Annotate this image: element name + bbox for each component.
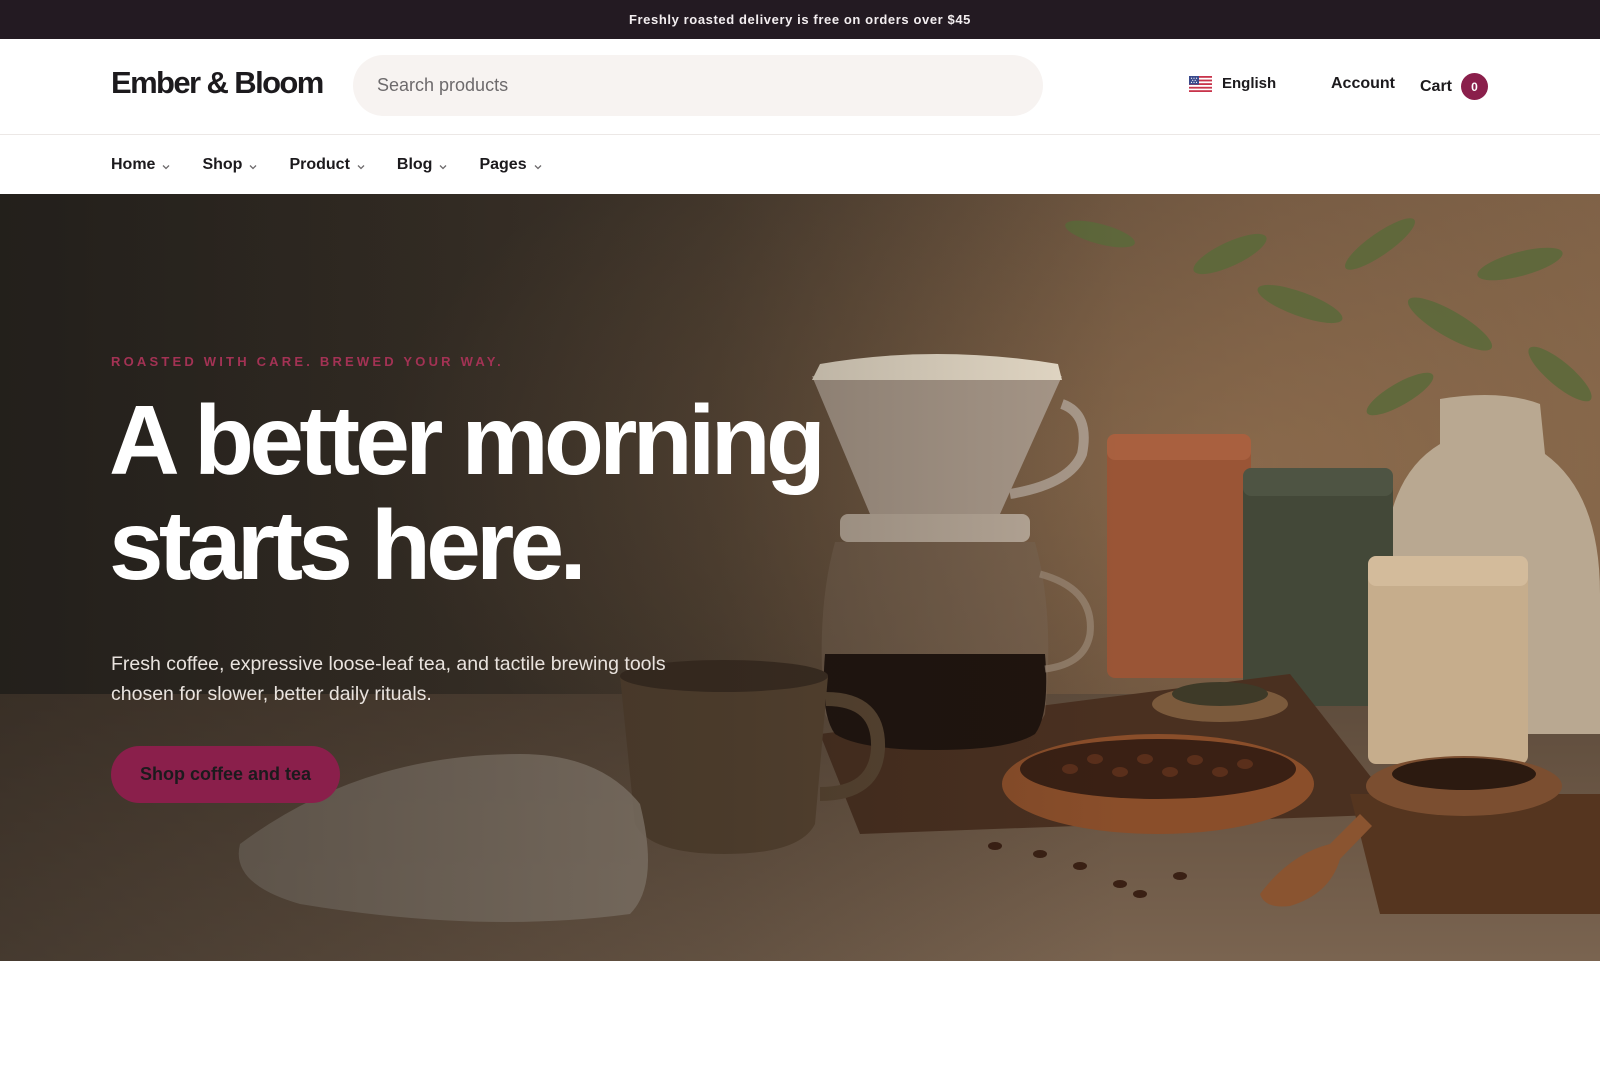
cart-label: Cart bbox=[1420, 77, 1453, 95]
account-link[interactable]: Account bbox=[1331, 75, 1395, 93]
announcement-text: Freshly roasted delivery is free on orde… bbox=[628, 12, 972, 27]
search-input[interactable] bbox=[353, 55, 1043, 116]
language-label: English bbox=[1222, 75, 1277, 92]
nav-item-blog[interactable]: Blog bbox=[397, 156, 448, 174]
language-selector[interactable]: English bbox=[1189, 75, 1276, 92]
chevron-down-icon bbox=[249, 164, 257, 169]
nav-item-label: Product bbox=[289, 155, 350, 173]
hero-headline-line-2: starts here. bbox=[109, 490, 587, 600]
nav-item-label: Blog bbox=[396, 155, 433, 173]
nav-item-home[interactable]: Home bbox=[111, 156, 170, 174]
nav-item-label: Shop bbox=[202, 155, 243, 173]
site-logo[interactable]: Ember & Bloom bbox=[111, 67, 324, 98]
cart-button[interactable]: Cart 0 bbox=[1420, 73, 1489, 100]
hero-headline-line-1: A better morning bbox=[109, 385, 826, 495]
hero-subtext: Fresh coffee, expressive loose-leaf tea,… bbox=[111, 653, 666, 705]
main-nav: Home Shop Product Blog Pages bbox=[0, 135, 1600, 194]
site-header: Ember & Bloom English Account Cart 0 bbox=[0, 39, 1600, 135]
hero-headline: A better morning starts here. bbox=[109, 388, 869, 598]
us-flag-icon bbox=[1189, 75, 1212, 92]
announcement-bar: Freshly roasted delivery is free on orde… bbox=[0, 0, 1600, 39]
nav-item-shop[interactable]: Shop bbox=[202, 156, 257, 174]
nav-item-pages[interactable]: Pages bbox=[479, 155, 542, 174]
nav-item-label: Pages bbox=[479, 155, 527, 173]
chevron-down-icon bbox=[162, 164, 170, 169]
chevron-down-icon bbox=[357, 164, 365, 169]
shop-coffee-and-tea-button[interactable]: Shop coffee and tea bbox=[111, 746, 340, 803]
cart-count-badge: 0 bbox=[1461, 73, 1489, 100]
hero-banner: ROASTED WITH CARE. BREWED YOUR WAY. A be… bbox=[0, 194, 1600, 961]
hero-eyebrow: ROASTED WITH CARE. BREWED YOUR WAY. bbox=[111, 354, 504, 369]
chevron-down-icon bbox=[439, 164, 447, 169]
nav-item-label: Home bbox=[111, 155, 156, 173]
nav-item-product[interactable]: Product bbox=[289, 155, 365, 174]
chevron-down-icon bbox=[534, 164, 542, 169]
